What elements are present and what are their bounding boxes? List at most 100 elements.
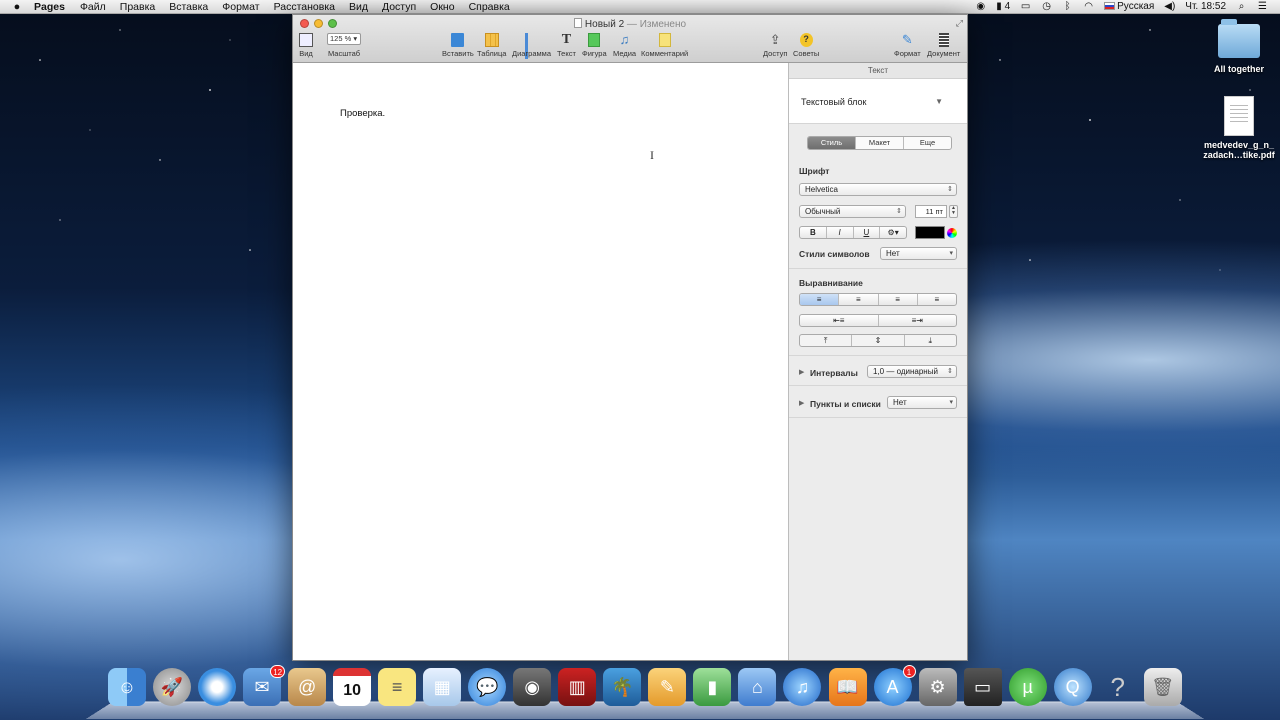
toolbar-text-button[interactable]: T Текст [557, 33, 576, 59]
system-preferences-icon[interactable]: ⚙ [918, 668, 957, 706]
launchpad-icon[interactable]: 🚀 [153, 668, 192, 706]
quicktime-icon[interactable]: Q [1053, 668, 1092, 706]
contacts-icon[interactable]: @ [288, 668, 327, 706]
bullets-lists-select[interactable]: Нет [887, 396, 957, 409]
toolbar-zoom-control[interactable]: 125 % ▾ Масштаб [327, 33, 361, 58]
align-justify-button[interactable]: ≡ [918, 294, 956, 305]
align-top-button[interactable]: ⤒ [800, 335, 853, 346]
app-store-icon[interactable]: A1 [873, 665, 916, 706]
pages-icon[interactable]: ✎ [648, 668, 687, 706]
wifi-icon[interactable]: ◠ [1083, 1, 1094, 12]
toolbar-media-label: Медиа [613, 49, 637, 58]
terminal-icon[interactable]: ▭ [963, 668, 1002, 706]
menu-format[interactable]: Формат [222, 1, 259, 13]
numbers-icon[interactable]: ▮ [693, 668, 732, 706]
toolbar-format-button[interactable]: ✎ Формат [894, 33, 921, 59]
stickies-icon[interactable]: ≡ [378, 668, 417, 706]
align-middle-button[interactable]: ⇕ [852, 335, 905, 346]
spacing-disclosure-icon[interactable]: ▶ [799, 368, 804, 376]
italic-button[interactable]: I [827, 227, 854, 238]
fullscreen-icon[interactable]: ⤢ [956, 18, 963, 29]
divider [789, 268, 967, 269]
bold-button[interactable]: B [800, 227, 827, 238]
desktop-folder-all-together[interactable]: All together [1199, 19, 1279, 74]
menu-view[interactable]: Вид [349, 1, 368, 13]
toolbar-tips-button[interactable]: ? Советы [793, 33, 819, 58]
bullets-lists-label[interactable]: Пункты и списки [810, 399, 881, 409]
tab-style[interactable]: Стиль [808, 137, 856, 149]
keynote-icon[interactable]: ⌂ [738, 668, 777, 706]
document-body-text[interactable]: Проверка. [340, 108, 385, 119]
font-family-select[interactable]: Helvetica [799, 183, 957, 196]
font-style-select[interactable]: Обычный [799, 205, 906, 218]
menu-help[interactable]: Справка [469, 1, 510, 13]
decrease-indent-button[interactable]: ⇤≡ [800, 315, 879, 326]
document-proxy-icon[interactable] [573, 18, 582, 28]
spacing-select[interactable]: 1,0 — одинарный [867, 365, 957, 378]
messages-icon[interactable]: 💬 [468, 668, 507, 706]
menu-clock[interactable]: Чт. 18:52 [1185, 1, 1226, 12]
menu-share[interactable]: Доступ [382, 1, 416, 13]
desktop-pdf-file[interactable]: medvedev_g_n_ zadach…tike.pdf [1199, 96, 1279, 160]
menu-edit[interactable]: Правка [120, 1, 155, 13]
document-canvas[interactable]: Проверка. I [293, 63, 788, 660]
toolbar-media-button[interactable]: ♫ Медиа [613, 33, 637, 59]
tab-layout[interactable]: Макет [856, 137, 904, 149]
toolbar-share-button[interactable]: ⇪ Доступ [763, 33, 787, 59]
toolbar-document-button[interactable]: Документ [927, 33, 960, 58]
input-source-menu[interactable]: Русская [1104, 1, 1154, 12]
font-size-field[interactable]: 11 пт [915, 205, 947, 218]
itunes-icon[interactable]: ♫ [783, 668, 822, 706]
toolbar-insert-button[interactable]: Вставить [442, 33, 474, 58]
tab-more[interactable]: Еще [904, 137, 951, 149]
ibooks-icon[interactable]: 📖 [828, 668, 867, 706]
battery-status-icon[interactable]: ▮ 4 [996, 1, 1010, 12]
finder-icon[interactable]: ☺ [108, 668, 146, 706]
underline-button[interactable]: U [854, 227, 881, 238]
toolbar-view-button[interactable]: Вид [299, 33, 313, 58]
photo-booth-icon[interactable]: ▥ [558, 668, 597, 706]
record-status-icon[interactable]: ◉ [975, 1, 986, 12]
iphoto-icon[interactable]: 🌴 [603, 668, 642, 706]
spotlight-icon[interactable]: ⌕ [1236, 1, 1247, 12]
help-icon[interactable]: ? [1099, 668, 1137, 706]
paragraph-style-selector[interactable]: Текстовый блок ▼ [789, 79, 967, 124]
utorrent-icon[interactable]: µ [1008, 668, 1047, 706]
volume-icon[interactable]: ◀) [1164, 1, 1175, 12]
bluetooth-icon[interactable]: ᛒ [1062, 1, 1073, 12]
mail-icon[interactable]: ✉ 12 [243, 665, 286, 706]
zoom-popup[interactable]: 125 % ▾ [327, 33, 361, 45]
menu-arrange[interactable]: Расстановка [274, 1, 335, 13]
facetime-icon[interactable]: ◉ [513, 668, 552, 706]
preview-icon[interactable]: ▦ [423, 668, 462, 706]
calendar-icon[interactable]: 10 [333, 668, 372, 706]
notification-center-icon[interactable]: ☰ [1257, 1, 1268, 12]
increase-indent-button[interactable]: ≡⇥ [879, 315, 957, 326]
text-options-gear-button[interactable]: ⚙▾ [880, 227, 906, 238]
safari-icon[interactable]: ✦ [198, 668, 237, 706]
menu-window[interactable]: Окно [430, 1, 454, 13]
character-styles-select[interactable]: Нет [880, 247, 957, 260]
align-right-button[interactable]: ≡ [879, 294, 918, 305]
spacing-label[interactable]: Интервалы [810, 368, 858, 378]
chevron-down-icon[interactable]: ▼ [935, 97, 943, 106]
menu-app-name[interactable]: Pages [34, 1, 65, 13]
alignment-section-title: Выравнивание [799, 278, 863, 288]
toolbar-comment-button[interactable]: Комментарий [641, 33, 688, 58]
toolbar-chart-button[interactable]: Диаграмма [512, 33, 551, 59]
align-bottom-button[interactable]: ⤓ [905, 335, 956, 346]
toolbar-shape-button[interactable]: Фигура [582, 33, 607, 58]
toolbar-table-button[interactable]: Таблица [477, 33, 506, 58]
apple-menu-icon[interactable]: ● [6, 1, 28, 13]
lists-disclosure-icon[interactable]: ▶ [799, 399, 804, 407]
align-left-button[interactable]: ≡ [800, 294, 840, 305]
menu-insert[interactable]: Вставка [169, 1, 208, 13]
font-size-stepper[interactable]: ▲ ▼ [949, 205, 958, 218]
time-machine-icon[interactable]: ◷ [1041, 1, 1052, 12]
trash-icon[interactable]: 🗑 [1143, 668, 1182, 706]
color-wheel-icon[interactable] [947, 228, 957, 238]
align-center-button[interactable]: ≡ [839, 294, 879, 305]
text-color-well[interactable] [915, 226, 945, 239]
menu-file[interactable]: Файл [80, 1, 106, 13]
airplay-icon[interactable]: ▭ [1020, 1, 1031, 12]
